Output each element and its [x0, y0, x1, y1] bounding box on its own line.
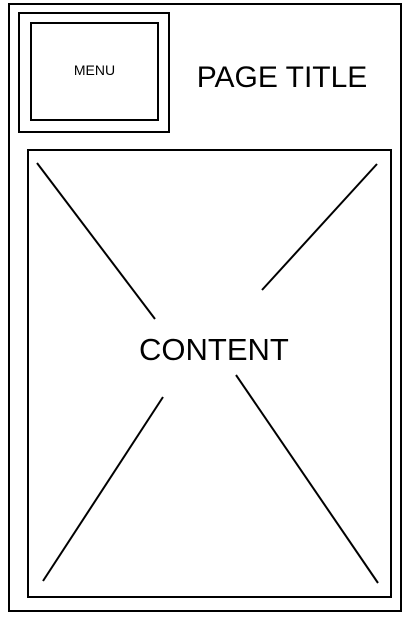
cross-line-bottom-right [235, 374, 379, 584]
page-title: PAGE TITLE [196, 61, 368, 94]
placeholder-cross-icon [36, 162, 379, 584]
content-label: CONTENT [139, 332, 289, 367]
cross-line-top-left [36, 162, 156, 320]
cross-line-bottom-left [42, 396, 164, 582]
cross-line-top-right [261, 163, 378, 291]
content-placeholder: CONTENT [27, 149, 392, 598]
menu-button[interactable] [18, 12, 170, 133]
